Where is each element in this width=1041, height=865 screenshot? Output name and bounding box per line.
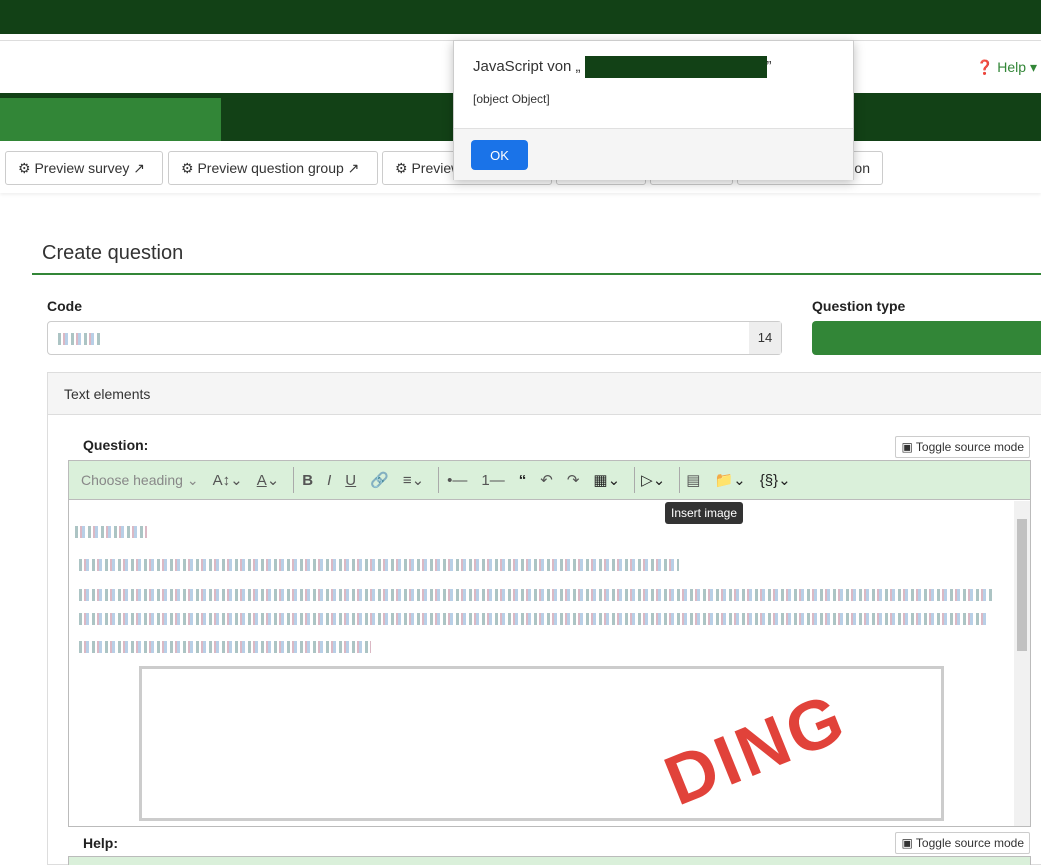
redacted-code — [58, 333, 102, 345]
undo-icon[interactable]: ↶ — [540, 471, 553, 489]
help-label: Help — [997, 59, 1027, 75]
javascript-alert-dialog: JavaScript von „ ” [object Object] OK — [453, 40, 854, 180]
redo-icon[interactable]: ↷ — [567, 471, 580, 489]
label: Toggle source mode — [915, 440, 1024, 454]
scroll-thumb[interactable] — [1017, 519, 1027, 651]
help-menu[interactable]: ❓ Help ▾ — [976, 59, 1037, 76]
heading-select[interactable]: Choose heading ⌄ — [81, 472, 199, 489]
help-label: Help: — [83, 835, 118, 851]
page-title: Create question — [42, 242, 184, 264]
preview-survey-button[interactable]: ⚙ Preview survey ↗ — [5, 151, 163, 185]
label: Choose heading — [81, 471, 183, 488]
redacted-origin — [584, 56, 767, 78]
survey-bar-tab[interactable] — [0, 98, 221, 141]
editor-content[interactable]: DING — [69, 501, 1014, 826]
label: Preview question group — [197, 160, 344, 176]
dialog-message: [object Object] — [473, 92, 550, 106]
char-counter: 14 — [749, 322, 781, 354]
toggle-source-button[interactable]: ▣ Toggle source mode — [895, 436, 1030, 458]
separator — [679, 467, 681, 493]
bold-icon[interactable]: B — [302, 472, 313, 489]
file-manager-icon[interactable]: 📁⌄ — [714, 471, 745, 489]
bullet-list-icon[interactable]: •— — [447, 472, 467, 489]
label: Toggle source mode — [915, 836, 1024, 850]
link-icon[interactable]: 🔗 — [370, 471, 389, 489]
top-bar — [0, 0, 1041, 34]
separator — [293, 467, 295, 493]
question-label: Question: — [83, 437, 149, 453]
embedded-image[interactable]: DING — [139, 666, 944, 821]
font-color-icon[interactable]: A⌄ — [257, 471, 280, 489]
redacted-text — [79, 613, 989, 625]
help-editor-toolbar — [68, 856, 1031, 865]
italic-icon[interactable]: I — [327, 472, 331, 489]
editor-toolbar: Choose heading ⌄ A↕⌄ A⌄ B I U 🔗 ≡⌄ •— 1—… — [69, 461, 1030, 500]
table-icon[interactable]: ▦⌄ — [593, 471, 620, 489]
separator — [438, 467, 440, 493]
font-size-icon[interactable]: A↕⌄ — [213, 471, 243, 489]
separator — [634, 467, 636, 493]
insert-image-icon[interactable]: ▤ — [686, 471, 700, 489]
redacted-text — [79, 559, 679, 571]
blockquote-icon[interactable]: “ — [519, 472, 527, 489]
insert-image-tooltip: Insert image — [665, 502, 744, 524]
panel-heading: Text elements — [48, 373, 1041, 415]
question-editor[interactable]: Choose heading ⌄ A↕⌄ A⌄ B I U 🔗 ≡⌄ •— 1—… — [68, 460, 1031, 827]
align-icon[interactable]: ≡⌄ — [403, 471, 424, 489]
title-text: JavaScript von „ — [473, 57, 581, 75]
media-icon[interactable]: ▷⌄ — [641, 471, 665, 489]
numbered-list-icon[interactable]: 1— — [481, 472, 504, 489]
label: Preview survey — [34, 160, 130, 176]
dialog-title: JavaScript von „ ” — [473, 56, 772, 78]
redacted-text — [79, 589, 994, 601]
title-divider — [32, 273, 1041, 275]
underline-icon[interactable]: U — [345, 472, 356, 489]
editor-scrollbar[interactable] — [1014, 501, 1030, 826]
toggle-source-button-help[interactable]: ▣ Toggle source mode — [895, 832, 1030, 854]
ok-button[interactable]: OK — [471, 140, 528, 170]
placeholder-fields-icon[interactable]: {§}⌄ — [760, 471, 791, 489]
redacted-text — [75, 526, 147, 538]
preview-question-group-button[interactable]: ⚙ Preview question group ↗ — [168, 151, 378, 185]
dialog-footer: OK — [454, 128, 853, 180]
redacted-text — [79, 641, 371, 653]
title-end: ” — [766, 57, 772, 75]
code-label: Code — [47, 298, 82, 314]
question-type-label: Question type — [812, 298, 906, 314]
code-input[interactable]: 14 — [47, 321, 782, 355]
pending-stamp: DING — [654, 677, 857, 821]
question-type-select[interactable] — [812, 321, 1041, 355]
